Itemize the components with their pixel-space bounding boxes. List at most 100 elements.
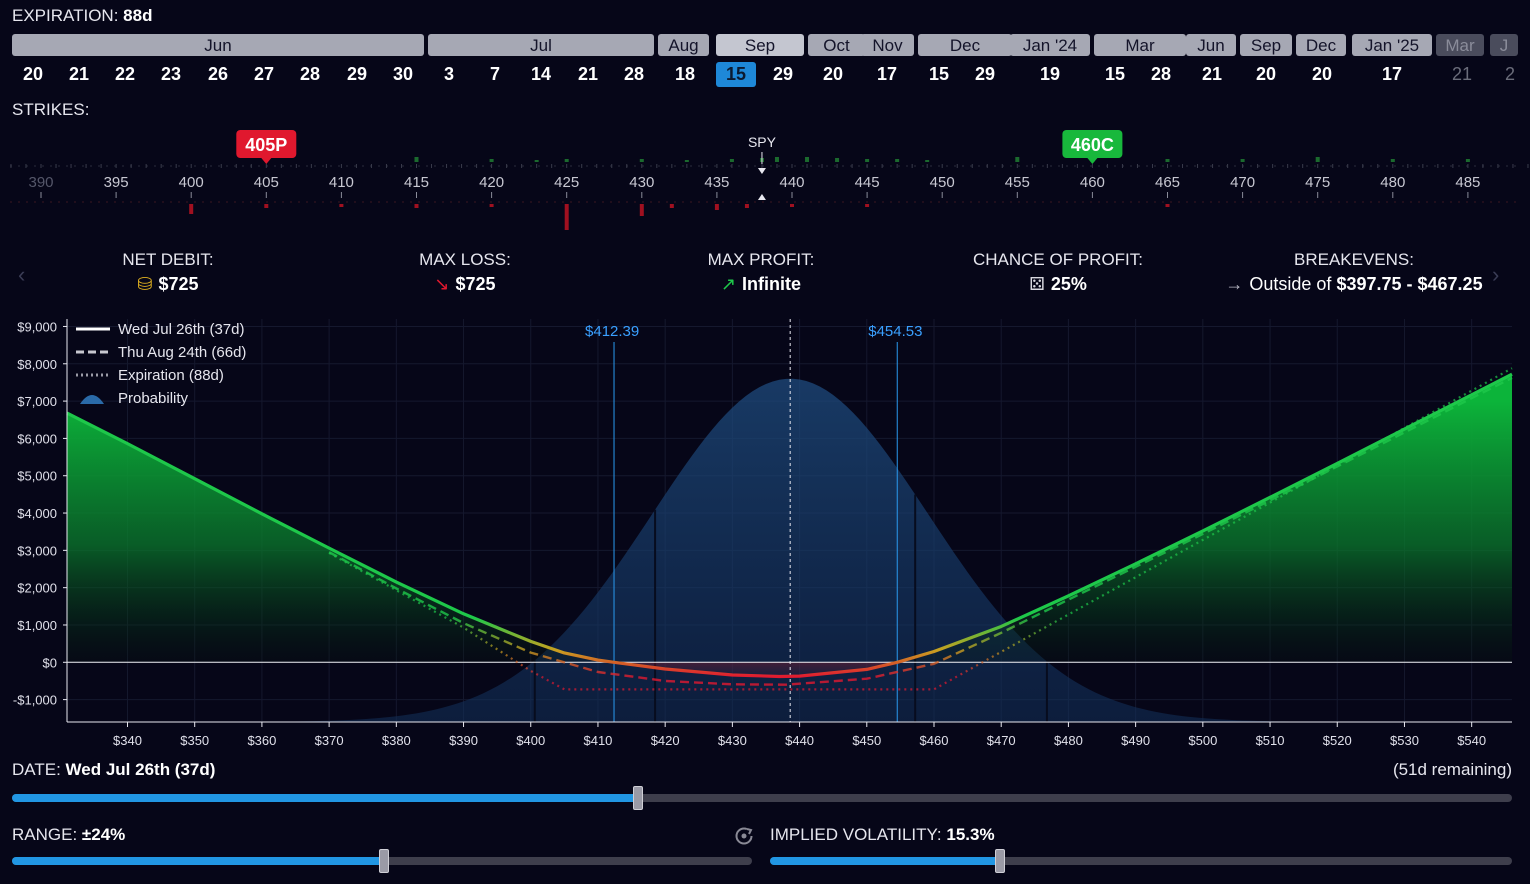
expiration-day[interactable]: 2 [1490, 62, 1530, 87]
next-stats-arrow[interactable]: › [1492, 262, 1499, 288]
legend-item[interactable]: Expiration (88d) [76, 367, 224, 384]
strike-label[interactable]: 435 [704, 174, 729, 191]
strike-label[interactable]: 460 [1080, 174, 1105, 191]
expiration-day[interactable]: 21 [568, 62, 608, 87]
expiration-day[interactable]: 21 [59, 62, 99, 87]
month-tab[interactable]: Jan '25 [1352, 34, 1432, 56]
expiration-day[interactable]: 19 [1030, 62, 1070, 87]
strike-label[interactable]: 420 [479, 174, 504, 191]
date-title: DATE: [12, 760, 61, 779]
range-label: RANGE: ±24% [12, 825, 125, 845]
prev-stats-arrow[interactable]: ‹ [18, 262, 25, 288]
strike-label[interactable]: 430 [629, 174, 654, 191]
expiration-days: 20 21 22 23 26 27 28 29 30 3 7 14 21 28 18 15 29 20 17 15 29… [12, 62, 1518, 88]
month-tab[interactable]: Dec [1296, 34, 1346, 56]
x-tick-label: $510 [1256, 733, 1285, 748]
date-slider[interactable] [12, 786, 1512, 810]
strike-label[interactable]: 440 [779, 174, 804, 191]
expiration-day[interactable]: 28 [1141, 62, 1181, 87]
expiration-day[interactable]: 29 [337, 62, 377, 87]
range-slider[interactable] [12, 849, 752, 873]
x-tick-label: $540 [1457, 733, 1486, 748]
month-tab[interactable]: Jun [1186, 34, 1236, 56]
strike-label[interactable]: 475 [1305, 174, 1330, 191]
month-tab[interactable]: J [1490, 34, 1518, 56]
expiration-day[interactable]: 21 [1442, 62, 1482, 87]
dice-icon: ⚄ [1029, 274, 1045, 294]
month-tab[interactable]: Aug [658, 34, 709, 56]
expiration-day[interactable]: 20 [13, 62, 53, 87]
strike-label[interactable]: 405 [254, 174, 279, 191]
expiration-day[interactable]: 20 [1246, 62, 1286, 87]
expiration-day[interactable]: 29 [965, 62, 1005, 87]
iv-value: 15.3% [946, 825, 995, 844]
strike-label[interactable]: 465 [1155, 174, 1180, 191]
month-tab[interactable]: Mar [1094, 34, 1186, 56]
date-slider-handle[interactable] [632, 786, 643, 810]
strike-label[interactable]: 425 [554, 174, 579, 191]
expiration-day[interactable]: 22 [105, 62, 145, 87]
call-volume-bar [1165, 159, 1170, 162]
expiration-day[interactable]: 26 [198, 62, 238, 87]
expiration-day[interactable]: 15 [716, 62, 756, 87]
x-tick-label: $460 [920, 733, 949, 748]
strike-leg-badge[interactable]: 460C [1062, 130, 1123, 164]
month-tab[interactable]: Jun [12, 34, 424, 56]
legend-item[interactable]: Probability [80, 390, 189, 407]
legend-item[interactable]: Thu Aug 24th (66d) [76, 344, 246, 361]
pnl-chart[interactable]: $412.39 $454.53 $9,000 $8,000 $7,000 $6,000 $5… [0, 314, 1530, 754]
strike-leg-badge[interactable]: 405P [236, 130, 297, 164]
expiration-day[interactable]: 17 [1372, 62, 1412, 87]
month-tab[interactable]: Sep [1240, 34, 1292, 56]
month-tab[interactable]: Jan '24 [1010, 34, 1090, 56]
strike-label[interactable]: 450 [930, 174, 955, 191]
strike-label[interactable]: 480 [1380, 174, 1405, 191]
expiration-day[interactable]: 23 [151, 62, 191, 87]
expiration-day[interactable]: 29 [763, 62, 803, 87]
expiration-day[interactable]: 21 [1192, 62, 1232, 87]
expiration-day[interactable]: 27 [244, 62, 284, 87]
strike-label[interactable]: 390 [28, 174, 53, 191]
legend-label: Expiration (88d) [118, 367, 224, 384]
iv-slider[interactable] [770, 849, 1512, 873]
strike-label[interactable]: 400 [179, 174, 204, 191]
call-volume-bar [835, 158, 840, 162]
month-tab[interactable]: Sep [716, 34, 804, 56]
put-volume-bar [790, 204, 794, 207]
expiration-day[interactable]: 14 [521, 62, 561, 87]
strike-label[interactable]: 470 [1230, 174, 1255, 191]
expiration-day[interactable]: 28 [290, 62, 330, 87]
put-volume-bar [264, 204, 269, 208]
strike-label[interactable]: 395 [104, 174, 129, 191]
y-tick-label: $6,000 [17, 431, 57, 446]
strike-ladder[interactable]: 390 395 400 405 410 415 420 425 430 435 440 445 450 4… [0, 128, 1530, 238]
x-tick-label: $410 [583, 733, 612, 748]
strike-label[interactable]: 415 [404, 174, 429, 191]
expiration-day[interactable]: 18 [665, 62, 705, 87]
expiration-day[interactable]: 17 [867, 62, 907, 87]
month-tab[interactable]: Mar [1436, 34, 1484, 56]
expiration-day[interactable]: 15 [919, 62, 959, 87]
month-tab[interactable]: Dec [918, 34, 1012, 56]
y-tick-label: $9,000 [17, 319, 57, 334]
month-tab[interactable]: Jul [428, 34, 654, 56]
call-volume-bar [489, 159, 494, 162]
reset-iv-icon[interactable] [734, 826, 754, 846]
strike-label[interactable]: 445 [855, 174, 880, 191]
expiration-day[interactable]: 30 [383, 62, 423, 87]
expiration-day[interactable]: 3 [429, 62, 469, 87]
expiration-day[interactable]: 20 [813, 62, 853, 87]
range-slider-handle[interactable] [379, 849, 390, 873]
strike-label[interactable]: 410 [329, 174, 354, 191]
month-tab[interactable]: Nov [861, 34, 914, 56]
expiration-day[interactable]: 7 [475, 62, 515, 87]
x-tick-label: $400 [516, 733, 545, 748]
iv-slider-handle[interactable] [995, 849, 1006, 873]
month-tab[interactable]: Oct [808, 34, 865, 56]
strike-label[interactable]: 455 [1005, 174, 1030, 191]
strike-label[interactable]: 485 [1455, 174, 1480, 191]
legend-item[interactable]: Wed Jul 26th (37d) [76, 321, 244, 338]
expiration-day[interactable]: 20 [1302, 62, 1342, 87]
expiration-day[interactable]: 15 [1095, 62, 1135, 87]
expiration-day[interactable]: 28 [614, 62, 654, 87]
